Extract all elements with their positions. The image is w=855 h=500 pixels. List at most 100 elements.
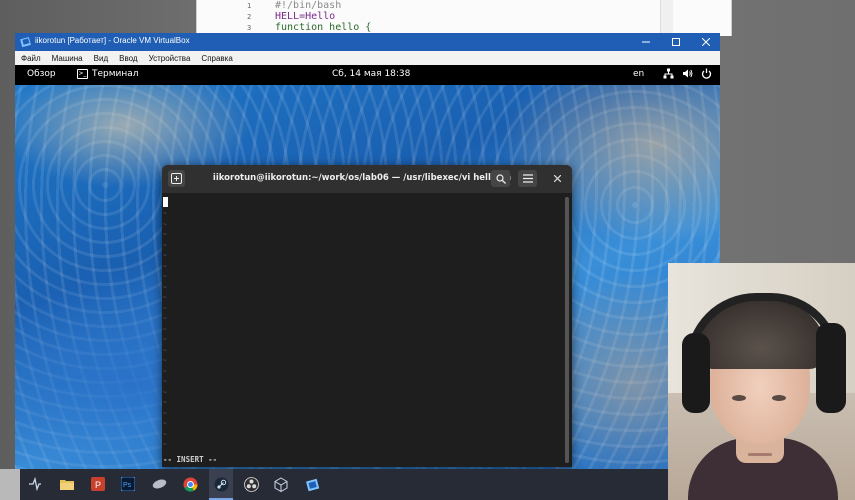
vi-empty-line-tilde: ~ xyxy=(163,210,167,217)
obs-icon xyxy=(243,476,259,492)
photoshop-icon: Ps xyxy=(121,477,135,491)
vi-empty-line-tilde: ~ xyxy=(163,420,167,427)
keyboard-layout[interactable]: en xyxy=(633,69,644,79)
virtualbox-logo-icon xyxy=(20,37,31,48)
webcam-person-mouth xyxy=(748,453,772,456)
terminal-title: iikorotun@iikorotun:~/work/os/lab06 — /u… xyxy=(212,173,512,183)
vi-empty-line-tilde: ~ xyxy=(163,283,167,291)
activities-button[interactable]: Обзор xyxy=(27,69,56,79)
chrome-icon xyxy=(183,477,198,492)
network-icon xyxy=(663,68,674,79)
taskbar-app-chrome[interactable] xyxy=(180,474,200,494)
clock[interactable]: Сб, 14 мая 18:38 xyxy=(332,69,410,79)
search-button[interactable] xyxy=(491,170,510,187)
virtualbox-menubar: Файл Машина Вид Ввод Устройства Справка xyxy=(15,51,720,66)
code-line: #!/bin/bash xyxy=(275,0,342,11)
terminal-icon: >_ xyxy=(77,69,88,79)
vi-empty-line-tilde: ~ xyxy=(163,441,167,448)
taskbar-app-powerpoint[interactable]: P xyxy=(88,474,108,494)
guest-screen: Обзор >_ Терминал Сб, 14 мая 18:38 en ii… xyxy=(15,65,720,470)
taskbar-app-3d-box[interactable] xyxy=(271,474,291,494)
steam-icon xyxy=(214,477,228,491)
virtualbox-icon xyxy=(305,478,319,491)
cube-icon xyxy=(274,476,288,492)
close-icon xyxy=(702,38,710,46)
background-code-editor[interactable]: 1 #!/bin/bash 2 HELL=Hello 3 function he… xyxy=(196,0,732,36)
vi-empty-line-tilde: ~ xyxy=(163,262,167,270)
vi-empty-line-tilde: ~ xyxy=(163,378,167,385)
vi-empty-line-tilde: ~ xyxy=(163,388,167,396)
app-menu-button[interactable]: >_ Терминал xyxy=(77,69,139,79)
power-icon xyxy=(701,68,712,79)
volume-icon xyxy=(683,69,693,78)
taskbar-app-obs[interactable] xyxy=(241,474,261,494)
virtualbox-window: iikorotun [Работает] - Oracle VM Virtual… xyxy=(15,33,720,470)
system-tray[interactable] xyxy=(663,68,712,79)
folder-icon xyxy=(60,480,74,490)
menu-button[interactable] xyxy=(518,170,537,187)
taskbar-app-explorer[interactable] xyxy=(57,474,77,494)
start-area[interactable] xyxy=(0,469,20,500)
menu-help[interactable]: Справка xyxy=(201,54,232,63)
vi-empty-line-tilde: ~ xyxy=(163,367,167,375)
vi-empty-line-tilde: ~ xyxy=(163,304,167,312)
vi-empty-line-tilde: ~ xyxy=(163,346,167,354)
maximize-button[interactable] xyxy=(662,33,690,51)
vi-editor-area[interactable]: ~ ~ ~ ~ ~ ~ ~ ~ ~ ~ ~ ~ ~ ~ ~ ~ ~ ~ ~ ~ ~ ~ ~ -- INSERT -- xyxy=(162,193,562,467)
vi-empty-line-tilde: ~ xyxy=(163,220,167,228)
hamburger-menu-icon xyxy=(522,174,533,183)
vi-empty-line-tilde: ~ xyxy=(163,409,167,417)
menu-view[interactable]: Вид xyxy=(94,54,108,63)
vi-mode-indicator: -- INSERT -- xyxy=(163,455,218,464)
vi-empty-line-tilde: ~ xyxy=(163,241,167,249)
text-cursor xyxy=(163,197,168,207)
editor-scrollbar[interactable] xyxy=(660,0,673,36)
window-title: iikorotun [Работает] - Oracle VM Virtual… xyxy=(35,36,190,45)
gnome-top-bar: Обзор >_ Терминал Сб, 14 мая 18:38 en xyxy=(15,65,720,85)
minimize-icon xyxy=(642,41,650,43)
vi-empty-line-tilde: ~ xyxy=(163,325,167,333)
taskbar-app-virtualbox[interactable] xyxy=(302,474,322,494)
menu-input[interactable]: Ввод xyxy=(119,54,137,63)
webcam-person-eye xyxy=(772,395,786,401)
line-number: 1 xyxy=(247,2,252,10)
close-icon xyxy=(553,174,561,182)
svg-text:Ps: Ps xyxy=(123,482,132,489)
menu-machine[interactable]: Машина xyxy=(52,54,83,63)
vi-empty-line-tilde: ~ xyxy=(163,252,167,259)
vi-empty-line-tilde: ~ xyxy=(163,430,167,438)
terminal-headerbar[interactable]: iikorotun@iikorotun:~/work/os/lab06 — /u… xyxy=(162,165,572,193)
webcam-overlay xyxy=(668,263,855,500)
close-button[interactable] xyxy=(692,33,720,51)
line-number: 2 xyxy=(247,13,252,21)
vi-empty-line-tilde: ~ xyxy=(163,294,167,301)
menu-devices[interactable]: Устройства xyxy=(149,54,191,63)
taskbar-app-steam[interactable] xyxy=(211,474,231,494)
vi-empty-line-tilde: ~ xyxy=(163,336,167,343)
task-manager-icon xyxy=(29,477,41,491)
app-menu-label: Терминал xyxy=(92,69,139,79)
vi-empty-line-tilde: ~ xyxy=(163,273,167,280)
taskbar-app-task-manager[interactable] xyxy=(25,474,45,494)
taskbar-app-mouse[interactable] xyxy=(149,474,169,494)
line-number: 3 xyxy=(247,24,252,32)
terminal-window[interactable]: iikorotun@iikorotun:~/work/os/lab06 — /u… xyxy=(162,165,572,467)
vi-empty-line-tilde: ~ xyxy=(163,357,167,364)
vi-empty-line-tilde: ~ xyxy=(163,399,167,406)
vi-empty-line-tilde: ~ xyxy=(163,231,167,238)
search-icon xyxy=(495,173,506,184)
code-line: function hello { xyxy=(275,22,372,33)
powerpoint-icon: P xyxy=(91,477,105,491)
headset-right-icon xyxy=(816,323,846,413)
taskbar-app-photoshop[interactable]: Ps xyxy=(118,474,138,494)
menu-file[interactable]: Файл xyxy=(21,54,41,63)
webcam-person-eye xyxy=(732,395,746,401)
terminal-close-button[interactable] xyxy=(550,171,564,185)
virtualbox-titlebar[interactable]: iikorotun [Работает] - Oracle VM Virtual… xyxy=(15,33,720,51)
maximize-icon xyxy=(672,38,680,46)
code-line: HELL=Hello xyxy=(275,11,336,22)
vi-empty-line-tilde: ~ xyxy=(163,315,167,322)
terminal-scrollbar[interactable] xyxy=(565,197,569,463)
minimize-button[interactable] xyxy=(632,33,660,51)
headset-left-icon xyxy=(682,333,710,413)
